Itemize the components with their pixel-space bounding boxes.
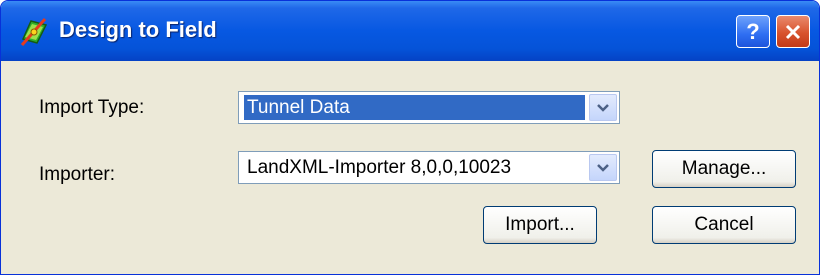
dialog-body: Import Type: Tunnel Data Importer: LandX… [7,61,813,268]
import-type-dropdown-button[interactable] [589,94,617,121]
manage-button[interactable]: Manage... [652,150,796,188]
importer-label: Importer: [39,164,116,185]
importer-value: LandXML-Importer 8,0,0,10023 [247,157,512,178]
import-type-label: Import Type: [39,97,145,118]
import-type-value: Tunnel Data [244,95,585,120]
title-bar[interactable]: Design to Field ? [1,1,819,61]
close-button[interactable] [776,15,810,48]
help-icon: ? [746,18,760,44]
app-icon [20,18,48,46]
chevron-down-icon [597,163,609,172]
close-icon [785,24,801,39]
cancel-button[interactable]: Cancel [652,206,796,244]
chevron-down-icon [597,103,609,112]
dialog-window: Design to Field ? Import Type: Tunnel Da… [0,0,820,275]
help-button[interactable]: ? [736,15,770,48]
importer-select[interactable]: LandXML-Importer 8,0,0,10023 [238,151,620,184]
window-title: Design to Field [59,17,217,42]
import-type-select[interactable]: Tunnel Data [238,91,620,124]
importer-dropdown-button[interactable] [589,154,617,181]
import-button[interactable]: Import... [483,206,597,244]
